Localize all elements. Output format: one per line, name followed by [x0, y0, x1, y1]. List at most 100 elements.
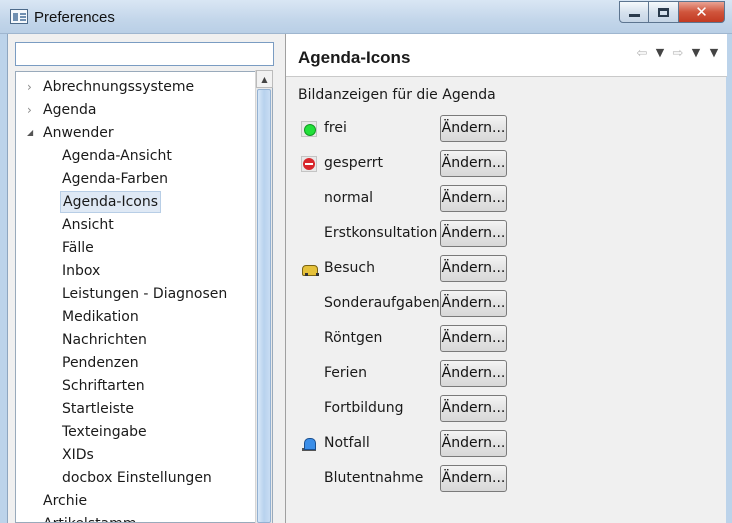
collapsed-arrow-icon[interactable]: › [27, 99, 39, 121]
green-dot-icon [301, 121, 317, 137]
tree-item[interactable]: › Abrechnungssysteme [27, 76, 196, 98]
window-controls: ✕ [619, 1, 725, 23]
tree-item[interactable]: Archie [41, 490, 89, 512]
view-menu-icon[interactable]: ▼ [707, 46, 721, 61]
tree-item-label: Ansicht [62, 217, 114, 233]
tree-item-label: Agenda-Farben [62, 171, 168, 187]
tree-item[interactable]: Fälle [60, 237, 96, 259]
siren-icon [301, 436, 317, 452]
icon-setting-row: Sonderaufgaben Ändern... [298, 290, 718, 318]
change-icon-button[interactable]: Ändern... [440, 185, 507, 212]
tree-item[interactable]: › Agenda [27, 99, 98, 121]
tree-item-label: Agenda [43, 102, 97, 118]
title-bar: Preferences ✕ [0, 0, 732, 34]
icon-setting-label: Röntgen [324, 330, 383, 346]
tree-item-label: XIDs [62, 447, 94, 463]
icon-setting-row: normal Ändern... [298, 185, 718, 213]
tree-item[interactable]: Schriftarten [60, 375, 147, 397]
back-arrow-icon[interactable]: ⇦ [635, 46, 649, 61]
tree-item-label: Nachrichten [62, 332, 147, 348]
icon-setting-label: Notfall [324, 435, 370, 451]
change-icon-button[interactable]: Ändern... [440, 395, 507, 422]
maximize-icon [658, 7, 669, 17]
section-label: Bildanzeigen für die Agenda [298, 87, 496, 103]
tree-item-label: Pendenzen [62, 355, 139, 371]
tree-item-label: Artikelstamm [41, 513, 138, 522]
icon-setting-row: Röntgen Ändern... [298, 325, 718, 353]
tree-item-label: Startleiste [62, 401, 134, 417]
tree-item[interactable]: Agenda-Icons [60, 191, 162, 213]
tree-item[interactable]: Inbox [60, 260, 102, 282]
change-icon-button[interactable]: Ändern... [440, 360, 507, 387]
preferences-tree[interactable]: › Abrechnungssysteme › Agenda ◢ Anwender Agend… [15, 71, 273, 523]
close-button[interactable]: ✕ [679, 1, 725, 23]
change-icon-button[interactable]: Ändern... [440, 430, 507, 457]
icon-setting-label: Blutentnahme [324, 470, 424, 486]
tree-item-label: Archie [43, 493, 88, 509]
scroll-up-button[interactable]: ▲ [256, 70, 273, 88]
forward-arrow-icon[interactable]: ⇨ [671, 46, 685, 61]
icon-setting-row: Notfall Ändern... [298, 430, 718, 458]
icon-setting-row: Besuch Ändern... [298, 255, 718, 283]
tree-item[interactable]: Agenda-Ansicht [60, 145, 174, 167]
change-icon-button[interactable]: Ändern... [440, 255, 507, 282]
icon-setting-label: Fortbildung [324, 400, 404, 416]
collapsed-arrow-icon[interactable]: › [27, 76, 39, 98]
change-icon-button[interactable]: Ändern... [440, 115, 507, 142]
tree-item[interactable]: Agenda-Farben [60, 168, 170, 190]
tree-item-label: Texteingabe [62, 424, 147, 440]
tree-item[interactable]: Pendenzen [60, 352, 141, 374]
scroll-thumb[interactable] [257, 89, 271, 523]
tree-item[interactable]: Texteingabe [60, 421, 149, 443]
icon-setting-label: Sonderaufgaben [324, 295, 440, 311]
tree-item-label: Medikation [62, 309, 139, 325]
preferences-navigation: › Abrechnungssysteme › Agenda ◢ Anwender Agend… [8, 34, 278, 523]
close-icon: ✕ [695, 3, 708, 21]
icon-setting-label: Besuch [324, 260, 375, 276]
tree-item-label: Inbox [62, 263, 101, 279]
tree-item-label: Schriftarten [62, 378, 145, 394]
tree-item[interactable]: Medikation [60, 306, 141, 328]
car-icon [301, 261, 319, 277]
change-icon-button[interactable]: Ändern... [440, 290, 507, 317]
icon-setting-label: gesperrt [324, 155, 384, 171]
back-history-chevron-down-icon[interactable]: ▼ [653, 46, 667, 61]
icon-setting-row: frei Ändern... [298, 115, 718, 143]
tree-scrollbar[interactable]: ▲ [255, 70, 273, 523]
tree-item-label: Fälle [62, 240, 94, 256]
minimize-icon [628, 14, 640, 17]
tree-item[interactable]: Artikelstamm [41, 513, 138, 522]
tree-item-label: Agenda-Ansicht [62, 148, 172, 164]
maximize-button[interactable] [649, 1, 679, 23]
icon-setting-row: Fortbildung Ändern... [298, 395, 718, 423]
page-header: Agenda-Icons ⇦ ▼ ⇨ ▼ ▼ [286, 34, 727, 77]
minimize-button[interactable] [619, 1, 649, 23]
page-navigation: ⇦ ▼ ⇨ ▼ ▼ [635, 46, 721, 61]
tree-item-label: Anwender [43, 125, 114, 141]
preferences-dialog: › Abrechnungssysteme › Agenda ◢ Anwender Agend… [7, 34, 727, 523]
tree-item[interactable]: Leistungen - Diagnosen [60, 283, 229, 305]
preference-page: Agenda-Icons ⇦ ▼ ⇨ ▼ ▼ Bildanzeigen für … [285, 34, 727, 523]
page-title: Agenda-Icons [298, 48, 411, 67]
icon-setting-row: gesperrt Ändern... [298, 150, 718, 178]
change-icon-button[interactable]: Ändern... [440, 465, 507, 492]
icon-setting-row: Blutentnahme Ändern... [298, 465, 718, 493]
tree-item[interactable]: Startleiste [60, 398, 136, 420]
expanded-arrow-icon[interactable]: ◢ [27, 122, 39, 144]
no-entry-icon [301, 156, 317, 172]
tree-item[interactable]: Ansicht [60, 214, 116, 236]
tree-item[interactable]: XIDs [60, 444, 96, 466]
tree-item-label: Agenda-Icons [60, 191, 162, 213]
change-icon-button[interactable]: Ändern... [440, 150, 507, 177]
filter-input[interactable] [15, 42, 274, 66]
forward-history-chevron-down-icon[interactable]: ▼ [689, 46, 703, 61]
tree-item[interactable]: docbox Einstellungen [60, 467, 214, 489]
window-title: Preferences [34, 9, 115, 26]
icon-setting-label: frei [324, 120, 347, 136]
icon-setting-row: Ferien Ändern... [298, 360, 718, 388]
tree-item[interactable]: Nachrichten [60, 329, 149, 351]
icon-setting-label: Ferien [324, 365, 368, 381]
change-icon-button[interactable]: Ändern... [440, 325, 507, 352]
tree-item[interactable]: ◢ Anwender [27, 122, 116, 144]
change-icon-button[interactable]: Ändern... [440, 220, 507, 247]
